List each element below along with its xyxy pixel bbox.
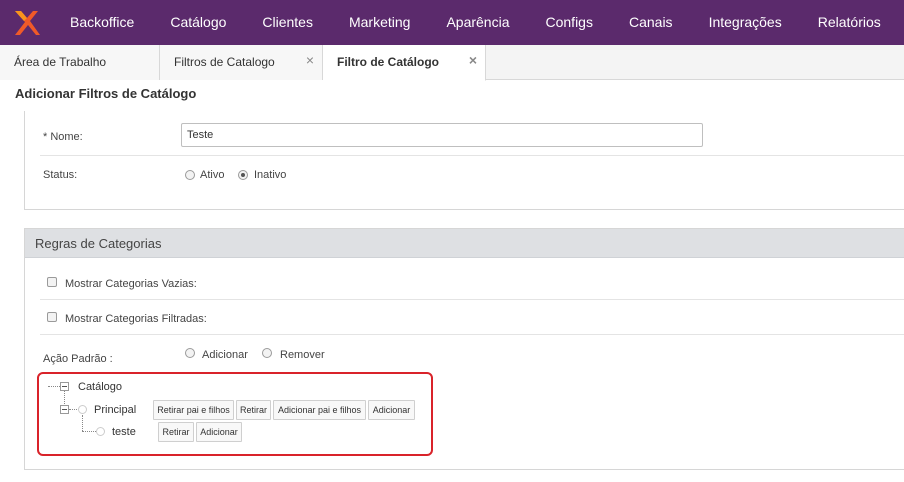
top-navbar: Backoffice Catálogo Clientes Marketing A… (0, 0, 904, 45)
default-action-remove-radio[interactable] (262, 348, 272, 358)
status-label: Status: (43, 169, 78, 181)
divider (40, 299, 904, 300)
nav-item-canais[interactable]: Canais (611, 0, 691, 45)
tree-node-catalogo[interactable]: Catálogo (78, 381, 122, 393)
show-empty-categories-label: Mostrar Categorias Vazias: (65, 278, 197, 290)
nav-item-backoffice[interactable]: Backoffice (52, 0, 152, 45)
tree-connector (82, 431, 96, 432)
divider (40, 155, 904, 156)
tab-label: Filtro de Catálogo (337, 55, 439, 69)
nav-item-catalogo[interactable]: Catálogo (152, 0, 244, 45)
tab-bar: Área de Trabalho Filtros de Catalogo × F… (0, 45, 904, 81)
tree-connector (69, 409, 77, 410)
panel-header: Regras de Categorias (25, 229, 904, 258)
add-parent-children-button[interactable]: Adicionar pai e filhos (273, 400, 366, 420)
tab-filtros-de-catalogo[interactable]: Filtros de Catalogo × (160, 45, 323, 80)
tree-node-radio[interactable] (78, 405, 87, 414)
add-button[interactable]: Adicionar (368, 400, 415, 420)
nav-item-marketing[interactable]: Marketing (331, 0, 428, 45)
remove-parent-children-button[interactable]: Retirar pai e filhos (153, 400, 234, 420)
default-action-label: Ação Padrão : (43, 353, 113, 365)
status-ativo-radio[interactable] (185, 170, 195, 180)
show-filtered-categories-label: Mostrar Categorias Filtradas: (65, 313, 207, 325)
name-input[interactable]: Teste (181, 123, 703, 147)
divider (40, 334, 904, 335)
tree-node-principal[interactable]: Principal (94, 404, 136, 416)
tree-node-radio[interactable] (96, 427, 105, 436)
status-inativo-label: Inativo (254, 169, 287, 181)
close-icon[interactable]: × (469, 45, 477, 75)
nav-item-integracoes[interactable]: Integrações (691, 0, 800, 45)
collapse-icon[interactable] (60, 382, 69, 391)
default-action-add-label: Adicionar (202, 349, 248, 361)
name-label: * Nome: (43, 131, 83, 143)
show-empty-categories-checkbox[interactable] (47, 277, 57, 287)
tab-filtro-de-catalogo[interactable]: Filtro de Catálogo × (323, 45, 486, 81)
default-action-add-radio[interactable] (185, 348, 195, 358)
page-title: Adicionar Filtros de Catálogo (15, 86, 197, 101)
tree-connector (82, 415, 83, 431)
tab-label: Filtros de Catalogo (174, 55, 275, 69)
collapse-icon[interactable] (60, 405, 69, 414)
close-icon[interactable]: × (306, 45, 314, 75)
nav-item-relatorios[interactable]: Relatórios (800, 0, 899, 45)
x-logo-icon[interactable] (0, 0, 52, 45)
add-button[interactable]: Adicionar (196, 422, 242, 442)
tab-label: Área de Trabalho (14, 55, 107, 69)
status-ativo-label: Ativo (200, 169, 225, 181)
default-action-remove-label: Remover (280, 349, 325, 361)
tree-connector (48, 386, 60, 387)
show-filtered-categories-checkbox[interactable] (47, 312, 57, 322)
nav-item-clientes[interactable]: Clientes (244, 0, 331, 45)
tree-node-teste[interactable]: teste (112, 426, 136, 438)
nav-item-aparencia[interactable]: Aparência (428, 0, 527, 45)
remove-button[interactable]: Retirar (158, 422, 194, 442)
status-inativo-radio[interactable] (238, 170, 248, 180)
tab-area-de-trabalho[interactable]: Área de Trabalho (0, 45, 160, 80)
remove-button[interactable]: Retirar (236, 400, 271, 420)
nav-item-configs[interactable]: Configs (528, 0, 611, 45)
